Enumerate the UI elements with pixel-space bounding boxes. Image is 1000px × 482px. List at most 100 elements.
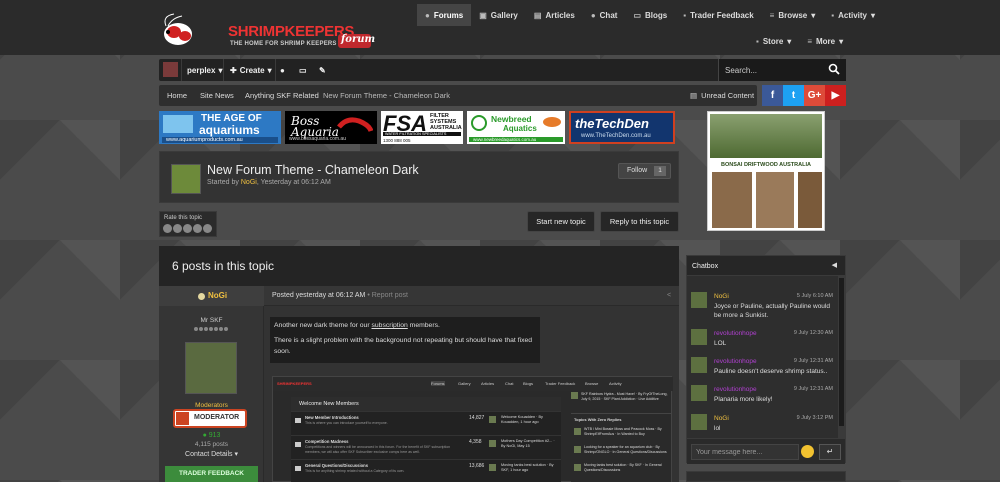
globe-button[interactable]: ● xyxy=(280,59,285,81)
screenshot-side-item: Moving tanks best solution · By SKF · In… xyxy=(574,462,668,476)
user-menu[interactable]: perplex ▾ xyxy=(187,59,222,81)
ad-boss-aquaria[interactable]: Boss Aquaria www.bossaquaria.com.au xyxy=(285,111,377,144)
pip-icon xyxy=(224,327,228,331)
chatbox-messages: NoGi 5 July 6:10 AM Joyce or Pauline, ac… xyxy=(687,276,837,438)
site-logo[interactable]: SHRIMPKEEPERS THE HOME FOR SHRIMP KEEPER… xyxy=(160,12,375,50)
twitter-button[interactable]: t xyxy=(783,85,804,106)
theme-button[interactable]: ✎ xyxy=(319,59,326,81)
chat-username[interactable]: NoGi xyxy=(714,415,729,422)
ad-url: www.bossaquaria.com.au xyxy=(289,136,346,142)
post-attached-screenshot[interactable]: SHRIMPKEEPERS Forums Gallery Articles Ch… xyxy=(272,376,673,482)
crumb-anything-skf[interactable]: Anything SKF Related xyxy=(245,85,319,106)
chat-username[interactable]: NoGi xyxy=(714,293,729,300)
youtube-icon: ▶ xyxy=(831,90,840,101)
forum-icon xyxy=(295,466,301,471)
avatar xyxy=(489,464,496,471)
star-icon[interactable] xyxy=(183,224,192,233)
avatar[interactable] xyxy=(691,414,707,430)
screenshot-row-title: General Questions/Discussions xyxy=(305,463,369,468)
post-paragraph: Another new dark theme for our subscript… xyxy=(274,320,536,331)
create-menu[interactable]: ✚ Create ▾ xyxy=(230,59,272,81)
nav-more[interactable]: ≡ More ▾ xyxy=(799,30,851,52)
chat-username[interactable]: revolutionhope xyxy=(714,358,757,365)
avatar[interactable] xyxy=(691,357,707,373)
star-icon[interactable] xyxy=(173,224,182,233)
start-new-topic-button[interactable]: Start new topic xyxy=(527,211,595,232)
follow-button[interactable]: Follow 1 xyxy=(618,163,671,179)
avatar[interactable] xyxy=(691,329,707,345)
search-icon[interactable] xyxy=(828,63,840,75)
screenshot-category-title: Welcome New Members xyxy=(299,401,359,407)
logo-wordmark: SHRIMPKEEPERS xyxy=(228,23,355,40)
nav-label: Gallery xyxy=(490,10,518,20)
post-paragraph: There is a slight problem with the backg… xyxy=(274,337,533,355)
aquarium-image xyxy=(163,115,193,133)
paintbrush-icon: ✎ xyxy=(319,65,326,75)
youtube-button[interactable]: ▶ xyxy=(825,85,846,106)
nav-store[interactable]: ▪ Store ▾ xyxy=(748,30,799,52)
star-icon[interactable] xyxy=(203,224,212,233)
subscription-link[interactable]: subscription xyxy=(371,322,407,329)
contact-details-toggle[interactable]: Contact Details ▾ xyxy=(159,450,264,458)
screenshot-row: Competition Madness Competitions and win… xyxy=(291,435,561,458)
ad-age-of-aquariums[interactable]: THE AGE OF aquariums www.aquariumproduct… xyxy=(159,111,281,144)
posted-label: Posted yesterday at 06:12 AM xyxy=(272,292,366,299)
pip-icon xyxy=(194,327,198,331)
star-icon[interactable] xyxy=(193,224,202,233)
screenshot-row-title: Competition Madness xyxy=(305,439,349,444)
started-by-label: Started by xyxy=(207,179,239,186)
nav-blogs[interactable]: ▭ Blogs xyxy=(625,4,675,26)
ad-bonsai-driftwood[interactable]: BONSAI DRIFTWOOD AUSTRALIA xyxy=(707,111,825,231)
chat-icon: ● xyxy=(590,10,596,20)
trader-feedback-button[interactable]: TRADER FEEDBACK xyxy=(165,466,258,482)
share-icon[interactable]: < xyxy=(667,292,671,299)
posts-count-heading: 6 posts in this topic xyxy=(172,259,275,273)
list-icon: ≡ xyxy=(807,36,812,46)
nav-browse[interactable]: ≡ Browse ▾ xyxy=(762,4,824,26)
nav-gallery[interactable]: ▣ Gallery xyxy=(471,4,526,26)
crumb-home[interactable]: Home xyxy=(167,85,187,106)
author-avatar[interactable] xyxy=(171,164,201,194)
main-nav: ● Forums ▣ Gallery ▤ Articles ● Chat ▭ Blogs … xyxy=(417,4,883,26)
chevron-down-icon: ▾ xyxy=(267,65,272,75)
ad-newbreed-aquatics[interactable]: Newbreed Aquatics www.newbreedaquatics.c… xyxy=(467,111,565,144)
nav-forums[interactable]: ● Forums xyxy=(417,4,472,26)
follow-count: 1 xyxy=(654,166,666,176)
chatbox-scrollbar[interactable] xyxy=(838,276,845,438)
inbox-button[interactable]: ▭ xyxy=(299,59,307,81)
chat-time: 9 July 12:30 AM xyxy=(793,330,833,336)
nav-activity[interactable]: ▪ Activity ▾ xyxy=(823,4,883,26)
chat-username[interactable]: revolutionhope xyxy=(714,386,757,393)
screenshot-navbar: SHRIMPKEEPERS Forums Gallery Articles Ch… xyxy=(273,377,673,391)
scrollbar-thumb[interactable] xyxy=(839,278,844,426)
chat-message-input[interactable] xyxy=(691,444,799,460)
emoji-icon[interactable] xyxy=(801,445,814,458)
unread-content-link[interactable]: ▤ Unread Content xyxy=(690,85,754,106)
ad-techden[interactable]: theTechDen www.TheTechDen.com.au xyxy=(569,111,675,144)
author-link[interactable]: NoGi xyxy=(241,179,257,186)
nav-chat[interactable]: ● Chat xyxy=(583,4,626,26)
search-input[interactable] xyxy=(725,64,825,76)
avatar[interactable] xyxy=(691,385,707,401)
googleplus-button[interactable]: G+ xyxy=(804,85,825,106)
post-author-avatar[interactable] xyxy=(185,342,237,394)
avatar[interactable] xyxy=(691,292,707,308)
driftwood-image xyxy=(712,172,752,228)
ad-filter-systems[interactable]: FSA FILTER SYSTEMS AUSTRALIA WATER FILTR… xyxy=(381,111,463,144)
username: perplex xyxy=(187,65,216,75)
crumb-site-news[interactable]: Site News xyxy=(200,85,234,106)
reply-topic-button[interactable]: Reply to this topic xyxy=(600,211,679,232)
post-author-name[interactable]: NoGi xyxy=(208,291,227,300)
nav-trader-feedback[interactable]: ▪ Trader Feedback xyxy=(675,4,761,26)
chat-username[interactable]: revolutionhope xyxy=(714,330,757,337)
collapse-icon[interactable]: ◀ xyxy=(832,261,837,269)
star-icon[interactable] xyxy=(163,224,172,233)
report-post-link[interactable]: • Report post xyxy=(367,292,408,299)
report-label: Report post xyxy=(371,292,408,299)
facebook-button[interactable]: f xyxy=(762,85,783,106)
pip-icon xyxy=(204,327,208,331)
send-button[interactable]: ↵ xyxy=(819,444,841,460)
twitter-icon: t xyxy=(791,90,796,101)
nav-articles[interactable]: ▤ Articles xyxy=(526,4,583,26)
user-avatar[interactable] xyxy=(163,62,178,77)
